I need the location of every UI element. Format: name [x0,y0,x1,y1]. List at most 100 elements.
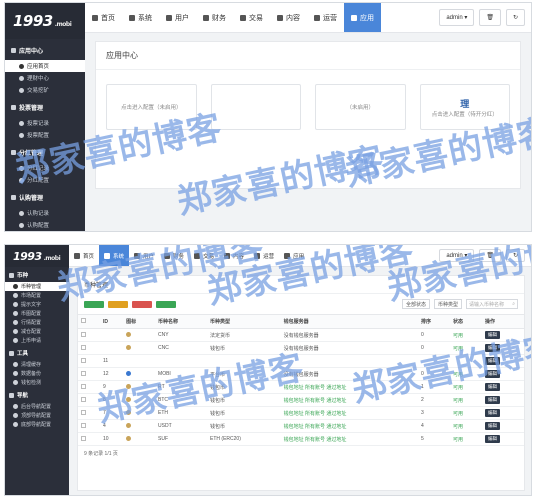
trash-icon[interactable]: 🗑 [479,249,501,262]
edit-button[interactable]: 编辑 [484,396,500,404]
search-input[interactable]: 请输入币种名称 ⌕ [466,299,518,309]
column-header[interactable]: 排序 [418,314,450,329]
sidebar-item-backup[interactable]: 数据备份 [5,369,69,378]
edit-button[interactable]: 编辑 [484,409,500,417]
tab-operations[interactable]: 运营 [307,3,344,32]
select-all-checkbox[interactable] [81,318,86,323]
row-checkbox[interactable] [81,422,86,428]
table-row[interactable]: CNY 法定货币 没有钱包服务器 0 可用 编辑 [78,328,524,342]
tab-finance[interactable]: 财务 [196,3,233,32]
cell-type: 钱包币 [207,393,281,407]
table-row[interactable]: 8 BTC 钱包币 钱包地址 所有账号 通过地址 2 可用 编辑 [78,393,524,407]
edit-button[interactable]: 编辑 [484,370,500,378]
tab-trade[interactable]: 交易 [233,3,270,32]
sidebar-item-admin-nav[interactable]: 后台导航配置 [5,402,69,411]
tab-operations[interactable]: 运营 [249,245,279,266]
sidebar-item-market-config[interactable]: 市场配置 [5,291,69,300]
sidebar-item-mining[interactable]: 交易挖矿 [5,84,85,96]
sidebar-item-reduce-config[interactable]: 减仓配置 [5,327,69,336]
tab-home[interactable]: 首页 [69,245,99,266]
table-row[interactable]: 10 SUF ETH (ERC20) 钱包地址 所有账号 通过地址 5 可用 编辑 [78,432,524,446]
row-checkbox[interactable] [81,344,86,350]
edit-button[interactable]: 编辑 [484,331,500,339]
cell-status: 可用 [450,432,482,446]
trash-icon[interactable]: 🗑 [479,9,501,26]
type-select[interactable]: 币种类型 [433,299,462,309]
cell-id: 4 [99,419,124,433]
sidebar-item-quote-config[interactable]: 行情配置 [5,318,69,327]
status-select[interactable]: 全部状态 [401,299,430,309]
table-row[interactable]: 4 USDT 钱包币 钱包地址 所有账号 通过地址 4 可用 编辑 [78,419,524,433]
row-checkbox[interactable] [81,396,86,402]
sidebar-item-subscribe-config[interactable]: 认购配置 [5,219,85,231]
app-card[interactable]: （未启用） [315,84,406,130]
sidebar-item-bottom-nav[interactable]: 底部导航配置 [5,420,69,429]
app-card[interactable]: 理点击进入配置（待开分红） [419,84,510,130]
refresh-icon[interactable]: ↻ [505,9,525,26]
edit-button[interactable]: 编辑 [484,344,500,352]
cell-id [99,328,124,342]
edit-button[interactable]: 编辑 [484,357,500,365]
tab-system[interactable]: 系统 [99,245,130,266]
search-icon[interactable]: ⌕ [512,301,515,307]
cell-server: 钱包地址 所有账号 通过地址 [280,380,419,394]
tab-system[interactable]: 系统 [122,3,159,32]
edit-button[interactable]: 编辑 [484,383,500,391]
top-right-controls: admin ▾ 🗑 ↻ [439,3,531,32]
edit-button[interactable]: 编辑 [484,422,500,430]
table-row[interactable]: 11 编辑 [78,354,524,368]
sidebar-item-vote-config[interactable]: 投票配置 [5,129,85,141]
sidebar-item-finance[interactable]: 理财中心 [5,72,85,84]
app-card[interactable]: 点击进入配置（未启用） [106,84,197,130]
sidebar-item-dividend-config[interactable]: 分红配置 [5,174,85,186]
sidebar-item-coin-manage[interactable]: 币种管理 [5,282,69,291]
column-header[interactable]: ID [99,314,124,329]
user-menu-button[interactable]: admin ▾ [439,9,475,26]
refresh-icon[interactable]: ↻ [505,249,525,262]
sidebar-item-clear-cache[interactable]: 清理缓存 [5,360,69,369]
sidebar-item-dividend-records[interactable]: 分红记录 [5,162,85,174]
sidebar-item-vote-records[interactable]: 投票记录 [5,117,85,129]
sidebar-item-listing-apply[interactable]: 上币申请 [5,336,69,345]
tab-content[interactable]: 内容 [270,3,307,32]
batch-button[interactable] [156,300,176,308]
sidebar-group-vote: 投票管理 投票记录 投票配置 [5,96,85,141]
disable-button[interactable] [132,300,152,308]
logo[interactable]: 1993 .mobi [5,245,69,267]
sidebar-item-coin-image[interactable]: 币图配置 [5,309,69,318]
row-checkbox[interactable] [81,370,86,376]
sidebar-item-subscribe-records[interactable]: 认购记录 [5,207,85,219]
sidebar: 1993 .mobi 币种 币种管理 市场配置 提示文字 币图配置 行情配置 减仓… [5,245,69,495]
column-header: 状态 [450,314,482,329]
table-row[interactable]: 12 MOBI 平台币 没有钱包服务器 0 可用 编辑 [78,367,524,381]
sidebar-item-app-home[interactable]: 应用首页 [5,60,85,72]
tab-apps[interactable]: 应用 [279,245,309,266]
row-checkbox[interactable] [81,435,86,441]
app-card[interactable] [210,84,301,130]
row-checkbox[interactable] [81,383,86,389]
sidebar-item-top-nav[interactable]: 顶部导航配置 [5,411,69,420]
edit-button[interactable]: 编辑 [484,435,500,443]
tab-trade[interactable]: 交易 [189,245,219,266]
sidebar-item-tip-text[interactable]: 提示文字 [5,300,69,309]
tab-content[interactable]: 内容 [219,245,249,266]
logo[interactable]: 1993 .mobi [5,3,85,39]
row-checkbox[interactable] [81,331,86,337]
tab-home[interactable]: 首页 [85,3,122,32]
sidebar-item-wallet-check[interactable]: 钱包检测 [5,378,69,387]
row-checkbox[interactable] [81,409,86,415]
table-row[interactable]: CNC 钱包币 没有钱包服务器 0 可用 编辑 [78,341,524,355]
circle-icon [13,293,18,298]
table-row[interactable]: 7 ETH 钱包币 钱包地址 所有账号 通过地址 3 可用 编辑 [78,406,524,420]
add-button[interactable] [84,300,104,308]
row-checkbox[interactable] [81,357,86,363]
tab-apps[interactable]: 应用 [344,3,381,32]
tab-users[interactable]: 用户 [129,245,159,266]
enable-button[interactable] [108,300,128,308]
page-title: 应用中心 [96,42,520,70]
user-menu-button[interactable]: admin ▾ [439,249,475,262]
tab-users[interactable]: 用户 [159,3,196,32]
table-row[interactable]: 9 RT 钱包币 钱包地址 所有账号 通过地址 1 可用 编辑 [78,380,524,394]
tab-finance[interactable]: 财务 [159,245,189,266]
cell-status: 可用 [450,406,482,420]
